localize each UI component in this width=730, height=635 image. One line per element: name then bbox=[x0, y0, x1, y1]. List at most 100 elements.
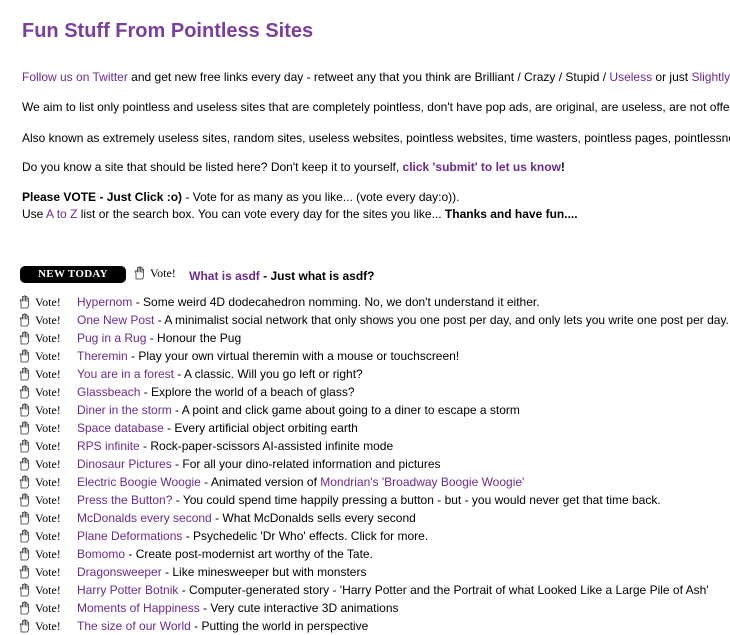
site-description: - Rock-paper-scissors AI-assisted infini… bbox=[139, 439, 394, 453]
vote-label: Vote! bbox=[35, 313, 61, 327]
site-link[interactable]: Dinosaur Pictures bbox=[77, 455, 172, 473]
hand-icon bbox=[19, 385, 29, 399]
hand-icon bbox=[19, 475, 29, 489]
site-description: - A minimalist social network that only … bbox=[154, 313, 729, 327]
site-description: - Psychedelic 'Dr Who' effects. Click fo… bbox=[182, 529, 429, 543]
site-row: Vote! The size of our World - Putting the… bbox=[18, 617, 729, 635]
site-link[interactable]: RPS infinite bbox=[77, 437, 140, 455]
vote-button[interactable]: Vote! bbox=[18, 437, 77, 455]
site-link[interactable]: Pug in a Rug bbox=[77, 329, 146, 347]
vote-label: Vote! bbox=[35, 457, 61, 471]
vote-label: Vote! bbox=[35, 493, 61, 507]
site-link[interactable]: One New Post bbox=[77, 311, 154, 329]
intro-line-atoz: Use A to Z list or the search box. You c… bbox=[22, 206, 578, 223]
site-link[interactable]: Press the Button? bbox=[77, 491, 172, 509]
hand-icon bbox=[19, 421, 29, 435]
vote-button[interactable]: Vote! bbox=[18, 383, 77, 401]
vote-button[interactable]: Vote! bbox=[18, 329, 77, 347]
hand-icon bbox=[19, 601, 29, 615]
vote-label: Vote! bbox=[35, 475, 61, 489]
site-list: Vote! Hypernom - Some weird 4D dodecahedr… bbox=[18, 293, 729, 635]
new-today-banner: NEW TODAY bbox=[20, 266, 126, 283]
site-row: Vote! Theremin - Play your own virtual th… bbox=[18, 347, 729, 365]
vote-button[interactable]: Vote! bbox=[18, 473, 77, 491]
vote-label: Vote! bbox=[35, 367, 61, 381]
hand-icon bbox=[19, 547, 29, 561]
vote-button[interactable]: Vote! bbox=[18, 509, 77, 527]
hand-icon bbox=[19, 493, 29, 507]
hand-icon bbox=[19, 367, 29, 381]
vote-button[interactable]: Vote! bbox=[18, 347, 77, 365]
thanks-text: Thanks and have fun.... bbox=[444, 207, 578, 221]
vote-button[interactable]: Vote! bbox=[18, 455, 77, 473]
vote-button[interactable]: Vote! bbox=[18, 419, 77, 437]
vote-label: Vote! bbox=[35, 439, 61, 453]
intro-text: Use bbox=[22, 207, 47, 221]
slightly-link[interactable]: Slightly bbox=[691, 70, 730, 84]
site-link-secondary[interactable]: Mondrian's 'Broadway Boogie Woogie' bbox=[320, 473, 524, 491]
site-link[interactable]: Glassbeach bbox=[77, 383, 140, 401]
hand-icon bbox=[19, 295, 29, 309]
vote-label: Vote! bbox=[35, 349, 61, 363]
a-to-z-link[interactable]: A to Z bbox=[46, 207, 77, 221]
vote-button[interactable]: Vote! bbox=[18, 617, 77, 635]
site-row: Vote! Harry Potter Botnik - Computer-gene… bbox=[18, 581, 729, 599]
vote-button[interactable]: Vote! bbox=[18, 491, 77, 509]
site-link[interactable]: Hypernom bbox=[77, 293, 132, 311]
vote-button[interactable]: Vote! bbox=[18, 365, 77, 383]
hand-icon bbox=[19, 619, 29, 633]
vote-button[interactable]: Vote! bbox=[18, 545, 77, 563]
site-row: Vote! Bomomo - Create post-modernist art … bbox=[18, 545, 729, 563]
site-link[interactable]: Space database bbox=[77, 419, 164, 437]
vote-label: Vote! bbox=[35, 583, 61, 597]
site-link[interactable]: Diner in the storm bbox=[77, 401, 172, 419]
intro-text: ! bbox=[560, 160, 565, 174]
site-row: Vote! Glassbeach - Explore the world of a… bbox=[18, 383, 729, 401]
site-description: - A point and click game about going to … bbox=[171, 403, 520, 417]
intro-text: or just bbox=[652, 70, 692, 84]
submit-link[interactable]: click 'submit' to let us know bbox=[403, 160, 561, 174]
page-title: Fun Stuff From Pointless Sites bbox=[22, 20, 314, 42]
vote-button[interactable]: Vote! bbox=[18, 563, 77, 581]
vote-label: Vote! bbox=[35, 619, 61, 633]
site-link[interactable]: Bomomo bbox=[77, 545, 125, 563]
site-link[interactable]: The size of our World bbox=[77, 617, 191, 635]
vote-label: Vote! bbox=[35, 403, 61, 417]
vote-label: Vote! bbox=[35, 565, 61, 579]
site-row: Vote! Pug in a Rug - Honour the Pug bbox=[18, 329, 729, 347]
site-link[interactable]: Moments of Happiness bbox=[77, 599, 200, 617]
vote-button[interactable]: Vote! bbox=[18, 311, 77, 329]
vote-label: Vote! bbox=[35, 547, 61, 561]
site-row: Vote! One New Post - A minimalist social … bbox=[18, 311, 729, 329]
vote-label: Vote! bbox=[35, 295, 61, 309]
site-link[interactable]: Harry Potter Botnik bbox=[77, 581, 178, 599]
vote-label: Vote! bbox=[35, 511, 61, 525]
site-link[interactable]: Dragonsweeper bbox=[77, 563, 162, 581]
useless-link[interactable]: Useless bbox=[609, 70, 652, 84]
site-link[interactable]: What is asdf bbox=[189, 269, 260, 283]
vote-instruction: Please VOTE - Just Click :o) bbox=[22, 190, 183, 204]
vote-button[interactable]: Vote! bbox=[18, 527, 77, 545]
intro-line-aim: We aim to list only pointless and useles… bbox=[22, 100, 730, 114]
site-link[interactable]: Electric Boogie Woogie bbox=[77, 473, 201, 491]
site-row: Vote! Space database - Every artificial o… bbox=[18, 419, 729, 437]
site-description: - Explore the world of a beach of glass? bbox=[140, 385, 355, 399]
site-link[interactable]: McDonalds every second bbox=[77, 509, 212, 527]
vote-label: Vote! bbox=[150, 266, 176, 280]
intro-line-twitter: Follow us on Twitter and get new free li… bbox=[22, 69, 730, 86]
site-link[interactable]: Theremin bbox=[77, 347, 128, 365]
site-link[interactable]: Plane Deformations bbox=[77, 527, 182, 545]
site-row: Vote! Electric Boogie Woogie - Animated v… bbox=[18, 473, 729, 491]
vote-label: Vote! bbox=[35, 601, 61, 615]
vote-button[interactable]: Vote! bbox=[18, 401, 77, 419]
site-link[interactable]: You are in a forest bbox=[77, 365, 174, 383]
site-row: Vote! Dragonsweeper - Like minesweeper bu… bbox=[18, 563, 729, 581]
hand-icon bbox=[19, 313, 29, 327]
site-row: Vote! RPS infinite - Rock-paper-scissors … bbox=[18, 437, 729, 455]
vote-button[interactable]: Vote! bbox=[18, 581, 77, 599]
vote-button[interactable]: Vote! bbox=[18, 599, 77, 617]
vote-button[interactable]: Vote! bbox=[18, 293, 77, 311]
site-description: - Honour the Pug bbox=[146, 331, 242, 345]
twitter-link[interactable]: Follow us on Twitter bbox=[22, 70, 128, 84]
vote-button[interactable]: Vote! bbox=[133, 265, 176, 281]
